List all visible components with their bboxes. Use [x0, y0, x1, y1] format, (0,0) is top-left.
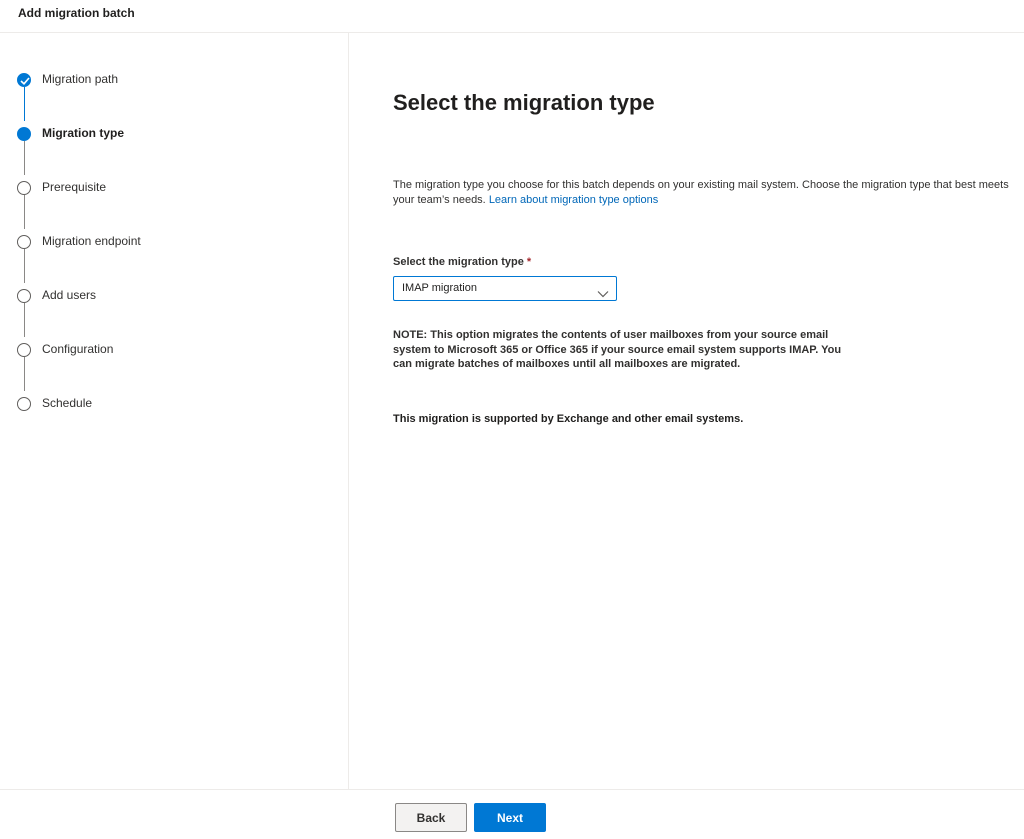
description-text: The migration type you choose for this b… — [393, 179, 1009, 206]
footer: Back Next — [0, 789, 1024, 839]
chevron-down-icon — [597, 285, 609, 303]
learn-more-link[interactable]: Learn about migration type options — [489, 194, 658, 206]
field-label-text: Select the migration type — [393, 256, 524, 268]
step-schedule[interactable]: Schedule — [0, 394, 340, 414]
steps-sidebar: Migration path Migration type Prerequisi… — [0, 33, 349, 789]
page-title: Select the migration type — [393, 90, 655, 115]
support-text: This migration is supported by Exchange … — [393, 413, 744, 425]
migration-type-dropdown[interactable]: IMAP migration — [393, 276, 617, 301]
dropdown-selected-value: IMAP migration — [402, 282, 477, 294]
step-connector — [24, 195, 25, 229]
step-prerequisite[interactable]: Prerequisite — [0, 178, 340, 198]
back-button[interactable]: Back — [395, 803, 467, 832]
note-body: This option migrates the contents of use… — [393, 329, 842, 370]
step-connector — [24, 141, 25, 175]
pending-step-icon — [17, 289, 31, 303]
checkmark-icon — [17, 73, 31, 87]
panel-title: Add migration batch — [18, 6, 135, 20]
step-connector — [24, 357, 25, 391]
field-label: Select the migration type * — [393, 256, 531, 268]
description: The migration type you choose for this b… — [393, 178, 1018, 208]
step-connector — [24, 87, 25, 121]
next-button[interactable]: Next — [474, 803, 546, 832]
step-label: Migration endpoint — [42, 234, 141, 248]
header: Add migration batch — [0, 0, 1024, 33]
step-label: Schedule — [42, 396, 93, 410]
note-text: NOTE: This option migrates the contents … — [393, 328, 843, 372]
step-label: Migration path — [42, 72, 119, 86]
step-migration-type[interactable]: Migration type — [0, 124, 340, 144]
step-label: Configuration — [42, 342, 114, 356]
step-label: Prerequisite — [42, 180, 107, 194]
pending-step-icon — [17, 343, 31, 357]
note-label: NOTE: — [393, 329, 428, 341]
step-label: Migration type — [42, 126, 125, 140]
step-connector — [24, 249, 25, 283]
pending-step-icon — [17, 235, 31, 249]
step-migration-endpoint[interactable]: Migration endpoint — [0, 232, 340, 252]
step-connector — [24, 303, 25, 337]
pending-step-icon — [17, 181, 31, 195]
current-step-icon — [17, 127, 31, 141]
step-migration-path[interactable]: Migration path — [0, 70, 340, 90]
step-label: Add users — [42, 288, 97, 302]
step-add-users[interactable]: Add users — [0, 286, 340, 306]
required-marker: * — [526, 256, 532, 268]
step-configuration[interactable]: Configuration — [0, 340, 340, 360]
main-content: Select the migration type The migration … — [350, 33, 1024, 789]
pending-step-icon — [17, 397, 31, 411]
